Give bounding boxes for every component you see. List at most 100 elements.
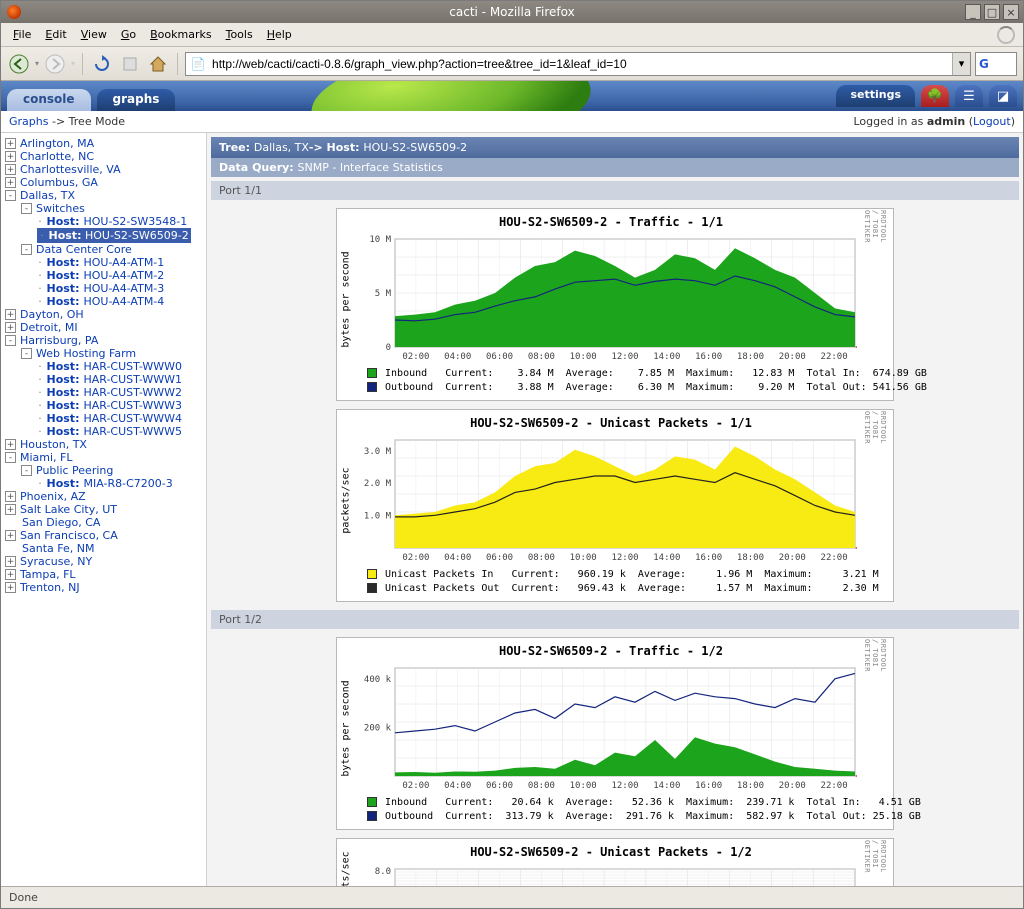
tree-item-web-hosting-farm[interactable]: Web Hosting Farm [36, 347, 136, 360]
close-button[interactable]: × [1003, 4, 1019, 20]
tree-expand[interactable]: + [5, 530, 16, 541]
graph-traffic11[interactable]: HOU-S2-SW6509-2 - Traffic - 1/1bytes per… [336, 208, 894, 401]
tree-item-tampa-fl[interactable]: Tampa, FL [20, 568, 76, 581]
menu-go[interactable]: Go [115, 25, 142, 44]
tree-expand[interactable]: - [21, 348, 32, 359]
menu-bookmarks[interactable]: Bookmarks [144, 25, 217, 44]
back-button[interactable] [7, 52, 31, 76]
svg-text:04:00: 04:00 [444, 553, 471, 563]
tree-expand[interactable]: + [5, 138, 16, 149]
search-input[interactable] [992, 56, 1008, 71]
tree-item-charlottesville-va[interactable]: Charlottesville, VA [20, 163, 121, 176]
search-bar: G [975, 52, 1017, 76]
tree-item-charlotte-nc[interactable]: Charlotte, NC [20, 150, 94, 163]
graph-legend: Unicast Packets In Current: 960.19 k Ave… [337, 566, 885, 595]
stop-button[interactable] [118, 52, 142, 76]
tree-item-switches[interactable]: Switches [36, 202, 85, 215]
tree-expand[interactable]: + [5, 309, 16, 320]
throbber-icon [997, 26, 1015, 44]
tree-item-san-diego-ca[interactable]: San Diego, CA [22, 516, 100, 529]
tree-host-HOU-S2-SW3548-1[interactable]: HOU-S2-SW3548-1 [83, 215, 187, 228]
tree-expand[interactable]: + [5, 322, 16, 333]
url-input[interactable] [210, 55, 952, 73]
tree-expand[interactable]: - [5, 190, 16, 201]
menu-help[interactable]: Help [261, 25, 298, 44]
tree-item-miami-fl[interactable]: Miami, FL [20, 451, 73, 464]
maximize-button[interactable]: □ [984, 4, 1000, 20]
tree-expand[interactable]: - [5, 335, 16, 346]
forward-button[interactable] [43, 52, 67, 76]
tree-item-houston-tx[interactable]: Houston, TX [20, 438, 87, 451]
tree-host-HAR-CUST-WWW4[interactable]: HAR-CUST-WWW4 [83, 412, 182, 425]
tree-expand[interactable]: + [5, 151, 16, 162]
tree-expand[interactable]: + [5, 177, 16, 188]
svg-text:02:00: 02:00 [402, 553, 429, 563]
tree-host-HAR-CUST-WWW2[interactable]: HAR-CUST-WWW2 [83, 386, 182, 399]
tree-host-HAR-CUST-WWW0[interactable]: HAR-CUST-WWW0 [83, 360, 182, 373]
tree-expand[interactable]: + [5, 504, 16, 515]
tree-item-harrisburg-pa[interactable]: Harrisburg, PA [20, 334, 98, 347]
reload-button[interactable] [90, 52, 114, 76]
tree-host-HAR-CUST-WWW1[interactable]: HAR-CUST-WWW1 [83, 373, 182, 386]
tree-expand[interactable]: + [5, 439, 16, 450]
tree-expand[interactable]: + [5, 556, 16, 567]
tree-item-san-francisco-ca[interactable]: San Francisco, CA [20, 529, 118, 542]
preview-view-icon[interactable]: ◪ [989, 85, 1017, 107]
info-bar: Graphs -> Tree Mode Logged in as admin (… [1, 111, 1023, 133]
tree-host-HAR-CUST-WWW3[interactable]: HAR-CUST-WWW3 [83, 399, 182, 412]
logout-link[interactable]: Logout [973, 115, 1011, 128]
tree-expand[interactable]: - [21, 244, 32, 255]
minimize-button[interactable]: _ [965, 4, 981, 20]
menu-file[interactable]: File [7, 25, 37, 44]
graph-unicast12[interactable]: HOU-S2-SW6509-2 - Unicast Packets - 1/2p… [336, 838, 894, 886]
menu-edit[interactable]: Edit [39, 25, 72, 44]
svg-text:16:00: 16:00 [695, 781, 722, 791]
tree-host-HOU-S2-SW6509-2[interactable]: HOU-S2-SW6509-2 [81, 229, 188, 242]
site-identity-icon[interactable]: 📄 [190, 56, 206, 72]
tree-expand[interactable]: - [21, 465, 32, 476]
tree-item-dayton-oh[interactable]: Dayton, OH [20, 308, 84, 321]
tree-host-MIA-R8-C7200-3[interactable]: MIA-R8-C7200-3 [83, 477, 172, 490]
svg-text:10 M: 10 M [369, 235, 391, 245]
tree-host-HOU-A4-ATM-2[interactable]: HOU-A4-ATM-2 [83, 269, 164, 282]
tab-settings[interactable]: settings [836, 85, 915, 107]
tree-item-columbus-ga[interactable]: Columbus, GA [20, 176, 98, 189]
tree-item-santa-fe-nm[interactable]: Santa Fe, NM [22, 542, 94, 555]
back-history-dropdown[interactable]: ▾ [35, 59, 39, 68]
svg-text:12:00: 12:00 [611, 781, 638, 791]
tree-host-HOU-A4-ATM-3[interactable]: HOU-A4-ATM-3 [83, 282, 164, 295]
graph-legend: Inbound Current: 3.84 M Average: 7.85 M … [337, 365, 885, 394]
tree-expand[interactable]: + [5, 491, 16, 502]
tab-console[interactable]: console [7, 89, 91, 111]
tree-expand[interactable]: - [5, 452, 16, 463]
tree-item-dallas-tx[interactable]: Dallas, TX [20, 189, 75, 202]
tree-expand[interactable]: + [5, 164, 16, 175]
tree-host-HOU-A4-ATM-1[interactable]: HOU-A4-ATM-1 [83, 256, 164, 269]
tree-expand[interactable]: - [21, 203, 32, 214]
graph-traffic12[interactable]: HOU-S2-SW6509-2 - Traffic - 1/2bytes per… [336, 637, 894, 830]
home-button[interactable] [146, 52, 170, 76]
url-dropdown[interactable]: ▾ [952, 53, 970, 75]
tree-item-phoenix-az[interactable]: Phoenix, AZ [20, 490, 86, 503]
tree-view-icon[interactable]: 🌳 [921, 85, 949, 107]
tree-item-detroit-mi[interactable]: Detroit, MI [20, 321, 78, 334]
tab-graphs[interactable]: graphs [97, 89, 176, 111]
graph-unicast11[interactable]: HOU-S2-SW6509-2 - Unicast Packets - 1/1p… [336, 409, 894, 602]
tree-item-data-center-core[interactable]: Data Center Core [36, 243, 132, 256]
tree-host-HAR-CUST-WWW5[interactable]: HAR-CUST-WWW5 [83, 425, 182, 438]
menu-tools[interactable]: Tools [220, 25, 259, 44]
tree-item-trenton-nj[interactable]: Trenton, NJ [20, 581, 80, 594]
tree-item-arlington-ma[interactable]: Arlington, MA [20, 137, 94, 150]
breadcrumb-graphs[interactable]: Graphs [9, 115, 48, 128]
tree-item-public-peering[interactable]: Public Peering [36, 464, 113, 477]
tree-host-HOU-A4-ATM-4[interactable]: HOU-A4-ATM-4 [83, 295, 164, 308]
tree-expand[interactable]: + [5, 582, 16, 593]
list-view-icon[interactable]: ☰ [955, 85, 983, 107]
search-icon[interactable]: G [979, 57, 989, 71]
svg-text:06:00: 06:00 [486, 781, 513, 791]
menu-view[interactable]: View [75, 25, 113, 44]
tree-expand[interactable]: + [5, 569, 16, 580]
tree-item-syracuse-ny[interactable]: Syracuse, NY [20, 555, 92, 568]
cacti-logo-swoosh [307, 81, 595, 111]
tree-item-salt-lake-city-ut[interactable]: Salt Lake City, UT [20, 503, 117, 516]
